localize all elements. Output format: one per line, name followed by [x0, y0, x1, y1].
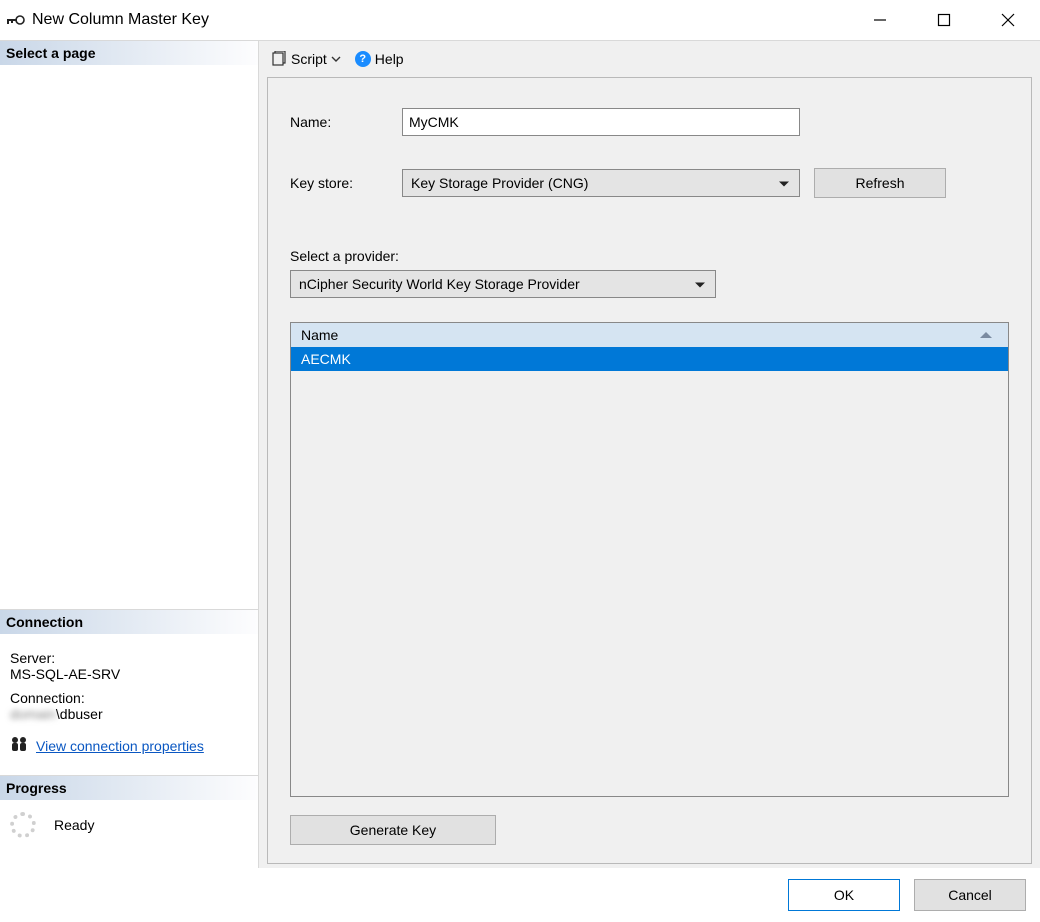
- chevron-down-icon: [331, 54, 341, 64]
- main-panel: Script ? Help Name: Key store: Key Stora…: [258, 40, 1040, 868]
- view-connection-properties-link[interactable]: View connection properties: [36, 738, 204, 754]
- help-icon: ?: [355, 51, 371, 67]
- page-list-area: [0, 65, 258, 609]
- ok-button[interactable]: OK: [788, 879, 900, 911]
- name-input[interactable]: [402, 108, 800, 136]
- key-listbox-body: AECMK: [291, 347, 1008, 796]
- key-icon: [0, 14, 32, 26]
- generate-key-button[interactable]: Generate Key: [290, 815, 496, 845]
- dialog-window: New Column Master Key Select a page Conn…: [0, 0, 1040, 922]
- sort-ascending-icon: [980, 332, 992, 338]
- connection-header: Connection: [0, 609, 258, 634]
- sidebar: Select a page Connection Server: MS-SQL-…: [0, 40, 258, 868]
- titlebar: New Column Master Key: [0, 0, 1040, 40]
- connection-label: Connection:: [10, 690, 248, 706]
- connection-info: Server: MS-SQL-AE-SRV Connection: domain…: [0, 634, 258, 775]
- body: Select a page Connection Server: MS-SQL-…: [0, 40, 1040, 868]
- content-panel: Name: Key store: Key Storage Provider (C…: [267, 77, 1032, 864]
- key-listbox-header-label: Name: [301, 327, 338, 343]
- keystore-label: Key store:: [290, 175, 402, 191]
- window-title: New Column Master Key: [32, 11, 848, 29]
- provider-label: Select a provider:: [290, 248, 1009, 264]
- dialog-footer: OK Cancel: [0, 868, 1040, 922]
- key-listbox-header[interactable]: Name: [291, 323, 1008, 347]
- script-button-label: Script: [291, 51, 327, 67]
- provider-select-value: nCipher Security World Key Storage Provi…: [299, 276, 580, 292]
- provider-select[interactable]: nCipher Security World Key Storage Provi…: [290, 270, 716, 298]
- connection-value: domain\dbuser: [10, 706, 248, 722]
- server-label: Server:: [10, 650, 248, 666]
- keystore-select-value: Key Storage Provider (CNG): [411, 175, 588, 191]
- progress-spinner-icon: [10, 812, 36, 838]
- select-page-header: Select a page: [0, 40, 258, 65]
- script-button[interactable]: Script: [267, 49, 345, 69]
- list-item[interactable]: AECMK: [291, 347, 1008, 371]
- keystore-select[interactable]: Key Storage Provider (CNG): [402, 169, 800, 197]
- close-button[interactable]: [976, 0, 1040, 40]
- progress-header: Progress: [0, 775, 258, 800]
- cancel-button[interactable]: Cancel: [914, 879, 1026, 911]
- progress-status-text: Ready: [54, 817, 94, 833]
- users-icon: [10, 736, 28, 755]
- minimize-button[interactable]: [848, 0, 912, 40]
- refresh-button[interactable]: Refresh: [814, 168, 946, 198]
- window-controls: [848, 0, 1040, 40]
- maximize-button[interactable]: [912, 0, 976, 40]
- name-label: Name:: [290, 114, 402, 130]
- progress-status-row: Ready: [0, 800, 258, 868]
- help-button[interactable]: ? Help: [351, 49, 408, 69]
- help-button-label: Help: [375, 51, 404, 67]
- key-listbox[interactable]: Name AECMK: [290, 322, 1009, 797]
- toolbar: Script ? Help: [259, 41, 1040, 77]
- server-value: MS-SQL-AE-SRV: [10, 666, 248, 682]
